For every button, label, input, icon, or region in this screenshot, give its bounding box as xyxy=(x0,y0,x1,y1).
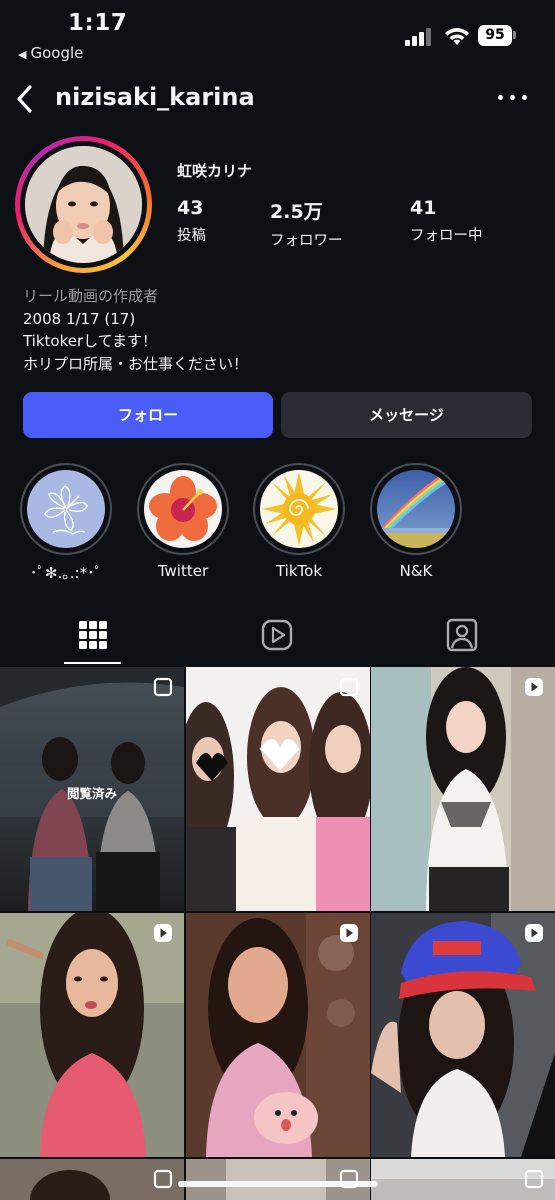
reel-play-icon xyxy=(154,924,172,942)
highlight-item[interactable]: ･ﾟ✻.｡.:*･ﾟ xyxy=(20,463,112,583)
posts-grid: 閲覧済み xyxy=(0,667,555,1200)
post-thumbnail[interactable] xyxy=(371,667,555,911)
bio-line: ホリプロ所属・お仕事ください！ xyxy=(23,354,249,373)
bio-line: 2008 1/17 (17) xyxy=(23,309,136,328)
followers-label: フォロワー xyxy=(270,233,343,249)
post-thumbnail[interactable] xyxy=(186,667,370,911)
post-thumbnail[interactable] xyxy=(0,913,184,1157)
following-stat[interactable]: 41 フォロー中 xyxy=(410,197,483,245)
bio-category: リール動画の作成者 xyxy=(23,287,159,305)
rainbow-icon xyxy=(377,470,455,548)
back-triangle-icon: ◀ xyxy=(18,48,27,61)
posts-count: 43 xyxy=(177,197,204,219)
status-time: 1:17 xyxy=(68,10,128,36)
highlight-item[interactable]: Twitter xyxy=(137,463,229,580)
post-thumbnail[interactable] xyxy=(0,1159,184,1200)
battery-tip xyxy=(513,31,516,39)
following-label: フォロー中 xyxy=(410,228,483,244)
active-tab-indicator xyxy=(64,662,121,664)
home-indicator[interactable] xyxy=(178,1181,378,1187)
status-bar: 1:17 ◀ Google 95 xyxy=(0,0,555,70)
highlight-label: N&K xyxy=(399,562,433,580)
carousel-icon xyxy=(524,1169,544,1189)
back-chevron-icon[interactable] xyxy=(12,82,38,116)
reel-play-icon xyxy=(525,924,543,942)
grid-icon[interactable] xyxy=(75,617,111,653)
highlight-label: Twitter xyxy=(157,562,209,580)
highlight-label: ･ﾟ✻.｡.:*･ﾟ xyxy=(29,564,103,582)
profile-header: nizisaki_karina xyxy=(0,78,555,122)
reels-icon[interactable] xyxy=(259,617,295,653)
highlight-item[interactable]: TikTok xyxy=(253,463,345,580)
post-thumbnail[interactable] xyxy=(371,1159,555,1200)
back-app-label: Google xyxy=(30,44,84,62)
more-options-icon[interactable] xyxy=(498,95,532,105)
wifi-icon xyxy=(445,28,469,45)
hibiscus-sketch-icon xyxy=(27,470,105,548)
sun-icon xyxy=(260,470,338,548)
bio-line: Tiktokerしてます！ xyxy=(23,332,157,350)
follow-button[interactable]: フォロー xyxy=(23,392,273,438)
story-ring[interactable] xyxy=(15,136,152,273)
posts-label: 投稿 xyxy=(177,228,206,244)
hibiscus-flower-icon xyxy=(144,470,222,548)
post-thumbnail[interactable] xyxy=(371,913,555,1157)
carousel-icon xyxy=(339,677,359,697)
post-thumbnail[interactable] xyxy=(186,913,370,1157)
carousel-icon xyxy=(153,1169,173,1189)
followers-count: 2.5万 xyxy=(270,201,323,223)
avatar[interactable] xyxy=(25,146,142,263)
post-thumbnail[interactable] xyxy=(186,1159,370,1200)
followers-stat[interactable]: 2.5万 フォロワー xyxy=(270,197,343,250)
display-name: 虹咲カリナ xyxy=(177,162,253,180)
highlight-label: TikTok xyxy=(275,562,323,580)
battery-icon: 95 xyxy=(478,25,512,46)
post-thumbnail[interactable]: 閲覧済み xyxy=(0,667,184,911)
back-to-app-link[interactable]: ◀ Google xyxy=(18,44,83,62)
profile-username: nizisaki_karina xyxy=(55,83,255,111)
posts-stat[interactable]: 43 投稿 xyxy=(177,197,206,245)
seen-label: 閲覧済み xyxy=(66,786,117,801)
tagged-icon[interactable] xyxy=(444,617,480,653)
cellular-signal-icon xyxy=(405,28,435,46)
following-count: 41 xyxy=(410,197,437,219)
carousel-icon xyxy=(153,677,173,697)
profile-bio: リール動画の作成者 2008 1/17 (17) Tiktokerしてます！ ホ… xyxy=(23,285,248,375)
reel-play-icon xyxy=(340,924,358,942)
highlight-item[interactable]: N&K xyxy=(370,463,462,580)
reel-play-icon xyxy=(525,678,543,696)
message-button[interactable]: メッセージ xyxy=(281,392,532,438)
